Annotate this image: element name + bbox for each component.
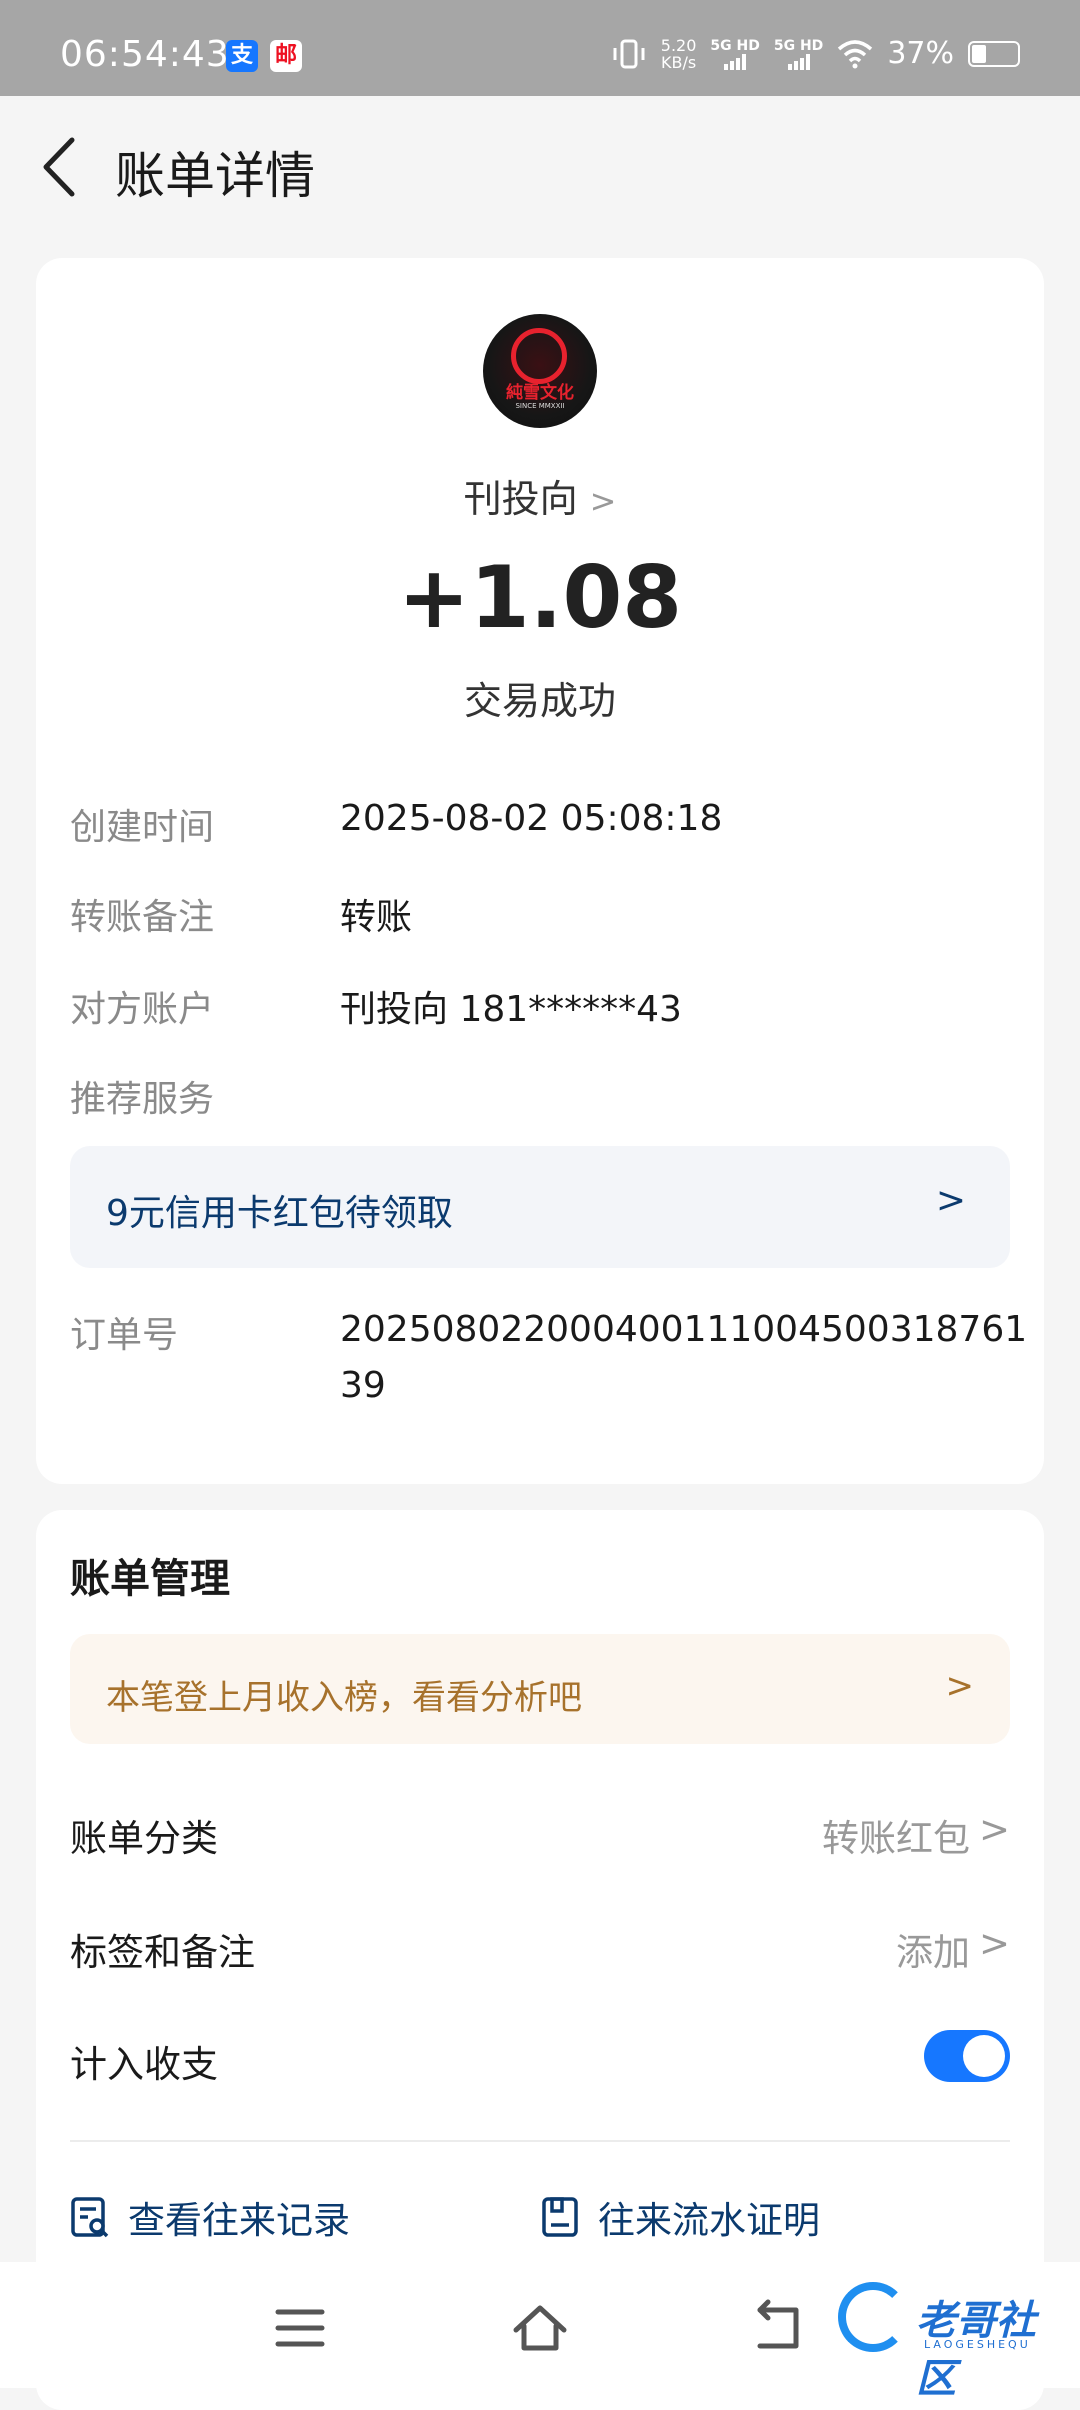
order-number-label: 订单号 — [70, 1315, 179, 1356]
watermark-subtext: LAOGESHEQU — [924, 2338, 1031, 2351]
home-icon[interactable] — [510, 2298, 570, 2358]
transaction-amount: +1.08 — [397, 548, 683, 648]
detail-label: 推荐服务 — [70, 1079, 215, 1120]
detail-label: 对方账户 — [70, 989, 215, 1030]
back-arrow-icon[interactable] — [30, 132, 90, 202]
tags-remark-row[interactable]: 标签和备注 添加 > — [70, 1922, 1010, 1982]
status-bar: 06:54:43 支 邮 5.20 KB/s 5G HD 5G HD 37% — [0, 0, 1080, 96]
promo-text: 9元信用卡红包待领取 — [106, 1193, 453, 1234]
detail-value: 转账 — [340, 897, 413, 938]
payee-avatar[interactable]: 純雪文化 SINCE MMXXII — [483, 314, 597, 428]
network-speed: 5.20 KB/s — [660, 35, 697, 72]
detail-label: 创建时间 — [70, 807, 215, 848]
statement-proof-label: 往来流水证明 — [598, 2199, 820, 2242]
page-title: 账单详情 — [115, 147, 315, 205]
avatar-logo-text: 純雪文化 — [506, 383, 574, 403]
back-nav-icon[interactable] — [750, 2298, 810, 2358]
detail-label: 转账备注 — [70, 897, 215, 938]
vibrate-icon — [613, 39, 645, 68]
statement-proof-link[interactable]: 往来流水证明 — [540, 2190, 820, 2244]
count-income-toggle[interactable] — [924, 2030, 1010, 2082]
income-rank-tip[interactable]: 本笔登上月收入榜，看看分析吧 > — [70, 1634, 1010, 1744]
bill-category-row[interactable]: 账单分类 转账红包 > — [70, 1808, 1010, 1868]
chevron-right-icon: > — [589, 482, 617, 520]
detail-value: 刊投向 181******43 — [340, 989, 682, 1030]
records-search-icon — [71, 2197, 109, 2238]
signal-icon-2: 5G HD — [774, 38, 823, 70]
transaction-status: 交易成功 — [463, 679, 616, 723]
count-label: 计入收支 — [70, 2043, 218, 2086]
payee-name-link[interactable]: 刊投向 > — [36, 468, 1044, 523]
tip-text: 本笔登上月收入榜，看看分析吧 — [106, 1678, 582, 1718]
mail-notification-icon: 邮 — [270, 40, 302, 72]
category-label: 账单分类 — [70, 1817, 218, 1860]
order-number-value: 20250802200040011100450031876139 — [340, 1309, 1028, 1406]
watermark-logo: 老哥社区 LAOGESHEQU — [838, 2282, 1070, 2402]
menu-icon[interactable] — [270, 2298, 330, 2358]
battery-percent: 37% — [887, 36, 954, 71]
signal-icon: 5G HD — [710, 38, 760, 70]
wifi-icon — [838, 39, 873, 68]
tags-value: 添加 — [896, 1931, 970, 1974]
view-records-link[interactable]: 查看往来记录 — [70, 2190, 350, 2244]
chevron-right-icon: > — [945, 1666, 975, 1706]
view-records-label: 查看往来记录 — [128, 2199, 350, 2242]
chevron-right-icon: > — [978, 1808, 1010, 1851]
status-time: 06:54:43 — [60, 34, 230, 75]
transaction-card: 純雪文化 SINCE MMXXII 刊投向 > +1.08 交易成功 创建时间 2… — [36, 258, 1044, 1484]
divider — [70, 2140, 1010, 2142]
tags-label: 标签和备注 — [70, 1931, 255, 1974]
credit-card-promo-banner[interactable]: 9元信用卡红包待领取 > — [70, 1146, 1010, 1268]
detail-value: 2025-08-02 05:08:18 — [340, 798, 723, 839]
section-title: 账单管理 — [70, 1556, 230, 1602]
chevron-right-icon: > — [935, 1180, 966, 1221]
avatar-logo-subtext: SINCE MMXXII — [515, 402, 565, 410]
header: 账单详情 — [0, 96, 1080, 242]
battery-icon — [968, 40, 1020, 67]
alipay-notification-icon: 支 — [226, 40, 258, 72]
chevron-right-icon: > — [978, 1922, 1010, 1965]
document-proof-icon — [542, 2197, 578, 2237]
category-value: 转账红包 — [822, 1817, 970, 1860]
system-nav-bar: 老哥社区 LAOGESHEQU — [0, 2262, 1080, 2402]
count-income-row: 计入收支 — [70, 2030, 1010, 2094]
payee-name: 刊投向 — [463, 477, 578, 521]
